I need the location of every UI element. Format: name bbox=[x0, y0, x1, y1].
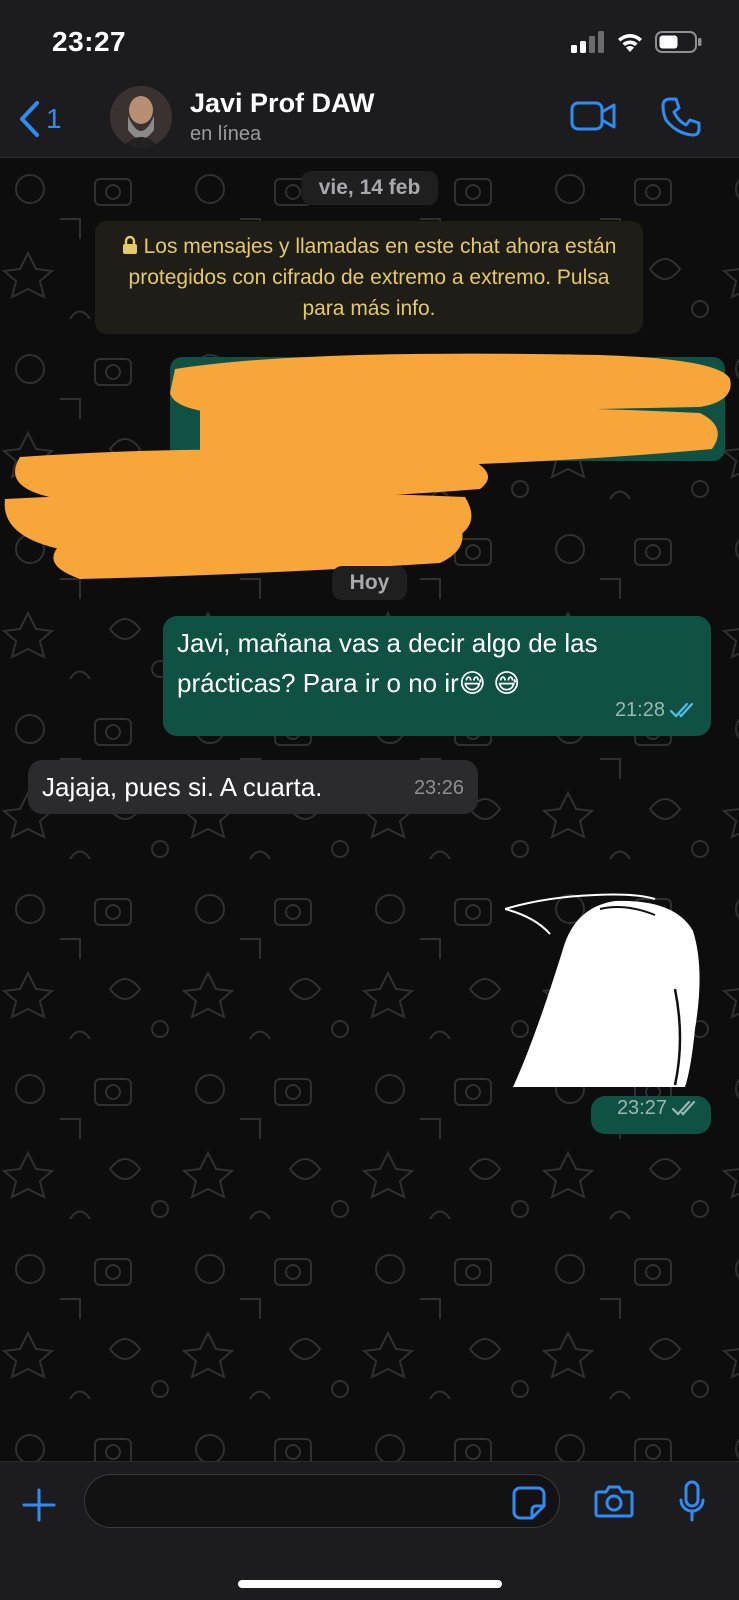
wifi-icon bbox=[618, 34, 642, 52]
unread-count: 1 bbox=[46, 103, 62, 134]
message-text: Jajaja, pues si. A cuarta. bbox=[42, 772, 323, 802]
lock-icon bbox=[122, 235, 137, 254]
sticker-message[interactable] bbox=[505, 889, 715, 1089]
encryption-text: Los mensajes y llamadas en este chat aho… bbox=[128, 235, 617, 320]
contact-status: en línea bbox=[190, 123, 262, 145]
chat-header: 1 Javi Prof DAW en línea bbox=[0, 86, 739, 158]
contact-name[interactable]: Javi Prof DAW bbox=[190, 88, 375, 119]
delivered-receipt-icon bbox=[671, 1100, 696, 1116]
chat-area[interactable]: vie, 14 feb Los mensajes y llamadas en e… bbox=[0, 159, 739, 1461]
phone-icon[interactable] bbox=[660, 96, 702, 138]
date-separator-today: Hoy bbox=[331, 566, 408, 600]
chevron-left-icon bbox=[20, 101, 39, 137]
status-icons bbox=[571, 30, 703, 54]
microphone-icon[interactable] bbox=[678, 1480, 706, 1522]
sticker-icon[interactable] bbox=[512, 1486, 546, 1520]
redacted-message bbox=[4, 353, 731, 579]
message-meta: 23:26 bbox=[414, 768, 464, 808]
message-bubble-incoming[interactable]: Jajaja, pues si. A cuarta. 23:26 bbox=[28, 760, 478, 814]
message-time: 21:28 bbox=[614, 699, 665, 721]
status-bar: 23:27 bbox=[0, 0, 739, 86]
message-time: 23:26 bbox=[413, 777, 464, 799]
video-call-icon[interactable] bbox=[570, 100, 618, 132]
message-text-line: Javi, mañana vas a decir algo de las bbox=[177, 628, 598, 658]
message-bubble-outgoing[interactable]: Javi, mañana vas a decir algo de las prá… bbox=[163, 616, 711, 736]
message-meta: 23:27 bbox=[617, 1088, 699, 1128]
camera-icon[interactable] bbox=[594, 1484, 634, 1518]
avatar[interactable] bbox=[110, 86, 172, 148]
plus-icon[interactable] bbox=[22, 1488, 56, 1522]
composer bbox=[0, 1461, 739, 1600]
home-indicator[interactable] bbox=[238, 1580, 502, 1588]
read-receipt-icon bbox=[669, 702, 694, 718]
message-input[interactable] bbox=[84, 1474, 560, 1528]
battery-icon bbox=[655, 31, 702, 53]
message-meta: 21:28 bbox=[615, 690, 697, 730]
signal-icon bbox=[571, 31, 604, 53]
message-time: 23:27 bbox=[616, 1097, 667, 1119]
encryption-notice[interactable]: Los mensajes y llamadas en este chat aho… bbox=[95, 221, 643, 334]
sticker-meta: 23:27 bbox=[591, 1096, 711, 1134]
date-separator: vie, 14 feb bbox=[300, 171, 439, 205]
back-button[interactable]: 1 bbox=[18, 96, 62, 142]
status-time: 23:27 bbox=[52, 26, 127, 57]
